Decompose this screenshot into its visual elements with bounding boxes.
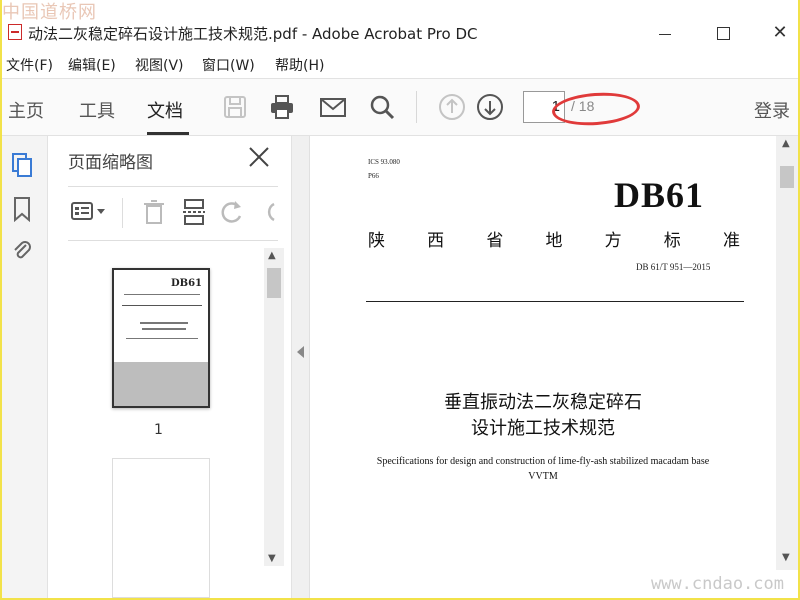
page-thumbnails-icon[interactable] bbox=[10, 152, 34, 178]
doc-header-rule bbox=[366, 301, 744, 302]
scrollbar-thumb[interactable] bbox=[267, 268, 281, 298]
thumbnail-options-icon[interactable] bbox=[70, 198, 110, 226]
menu-view[interactable]: 视图(V) bbox=[135, 55, 184, 75]
doc-province-char: 准 bbox=[722, 231, 740, 251]
thumb-text-line bbox=[140, 322, 188, 324]
doc-province-line: 陕 西 省 地 方 标 准 bbox=[368, 226, 740, 251]
watermark-logo-top: 中国道桥网 bbox=[2, 2, 97, 23]
watermark-url: www.cndao.com bbox=[650, 574, 784, 594]
tab-home[interactable]: 主页 bbox=[8, 97, 44, 123]
thumb-footer-band bbox=[114, 362, 208, 406]
print-icon[interactable] bbox=[268, 93, 296, 121]
save-icon[interactable] bbox=[221, 93, 249, 121]
thumbnail-toolbar bbox=[68, 196, 278, 230]
panel-divider bbox=[68, 186, 278, 187]
scroll-up-icon[interactable]: ▲ bbox=[782, 138, 790, 149]
scrollbar-thumb[interactable] bbox=[780, 166, 794, 188]
doc-english-title: Specifications for design and constructi… bbox=[376, 456, 710, 467]
search-icon[interactable] bbox=[368, 93, 396, 121]
doc-standard-label: DB61 bbox=[614, 175, 705, 215]
thumb-db-label: DB61 bbox=[170, 278, 202, 289]
doc-province-char: 陕 bbox=[368, 231, 385, 251]
menu-window[interactable]: 窗口(W) bbox=[202, 55, 255, 75]
login-button[interactable]: 登录 bbox=[754, 97, 790, 123]
collapse-arrow-icon[interactable] bbox=[297, 346, 304, 358]
menu-help[interactable]: 帮助(H) bbox=[275, 55, 324, 75]
doc-province-char: 省 bbox=[486, 231, 504, 251]
page-thumbnail[interactable]: DB61 bbox=[112, 268, 210, 408]
scroll-up-icon[interactable]: ▲ bbox=[268, 250, 276, 261]
thumbnail-list: DB61 1 bbox=[68, 248, 264, 598]
close-window-button[interactable]: ✕ bbox=[765, 20, 795, 46]
panel-collapse-handle[interactable] bbox=[292, 136, 310, 598]
menu-edit[interactable]: 编辑(E) bbox=[68, 55, 116, 75]
previous-page-icon[interactable] bbox=[438, 93, 466, 121]
pdf-file-icon bbox=[8, 24, 22, 40]
menu-file[interactable]: 文件(F) bbox=[6, 55, 53, 75]
doc-title-line2: 设计施工技术规范 bbox=[471, 418, 615, 439]
doc-title-line1: 垂直振动法二灰稳定碎石 bbox=[444, 392, 642, 413]
toolbar-separator bbox=[416, 91, 417, 123]
attachment-icon[interactable] bbox=[10, 238, 34, 264]
thumb-text-line bbox=[142, 328, 186, 330]
doc-ics-code: ICS 93.080 bbox=[368, 158, 400, 166]
minimize-button[interactable] bbox=[651, 20, 681, 46]
doc-province-char: 地 bbox=[545, 231, 563, 251]
tab-document[interactable]: 文档 bbox=[147, 97, 183, 123]
scroll-down-icon[interactable]: ▼ bbox=[268, 553, 276, 564]
thumbnail-panel: 页面缩略图 DB61 1 ▲ ▼ bbox=[48, 136, 292, 598]
thumb-text-line bbox=[126, 338, 198, 339]
doc-province-char: 西 bbox=[427, 231, 445, 251]
thumbnail-scrollbar[interactable]: ▲ ▼ bbox=[264, 248, 284, 566]
doc-standard-code: DB 61/T 951—2015 bbox=[636, 262, 711, 272]
left-rail bbox=[2, 136, 48, 598]
thumbnail-page-number: 1 bbox=[154, 422, 163, 438]
doc-province-char: 方 bbox=[604, 231, 622, 251]
close-panel-icon[interactable] bbox=[246, 144, 272, 170]
tools-separator bbox=[122, 198, 123, 228]
title-bar: 动法二灰稳定碎石设计施工技术规范.pdf - Adobe Acrobat Pro… bbox=[2, 18, 798, 48]
doc-classification: P66 bbox=[368, 172, 379, 180]
doc-english-title-cont: VVTM bbox=[528, 471, 558, 482]
doc-province-char: 标 bbox=[663, 231, 681, 251]
thumb-rule bbox=[122, 305, 202, 306]
window-title: 动法二灰稳定碎石设计施工技术规范.pdf - Adobe Acrobat Pro… bbox=[28, 25, 478, 43]
page-thumbnail[interactable] bbox=[112, 458, 210, 598]
next-page-icon[interactable] bbox=[476, 93, 504, 121]
email-icon[interactable] bbox=[319, 93, 347, 121]
delete-page-icon[interactable] bbox=[140, 198, 168, 226]
thumb-text-line bbox=[124, 294, 200, 295]
scroll-down-icon[interactable]: ▼ bbox=[782, 552, 790, 563]
app-window: 动法二灰稳定碎石设计施工技术规范.pdf - Adobe Acrobat Pro… bbox=[2, 0, 798, 598]
panel-divider bbox=[68, 240, 278, 241]
main-toolbar: 主页 工具 文档 1 / 18 登录 bbox=[2, 78, 798, 136]
insert-page-icon[interactable] bbox=[180, 198, 208, 226]
rotate-page-icon[interactable] bbox=[218, 198, 246, 226]
document-scrollbar[interactable]: ▲ ▼ bbox=[776, 136, 798, 570]
tab-tools[interactable]: 工具 bbox=[79, 97, 115, 123]
bookmark-icon[interactable] bbox=[10, 196, 34, 222]
active-tab-indicator bbox=[147, 132, 189, 135]
document-viewport: ICS 93.080 P66 DB61 陕 西 省 地 方 标 准 DB 61/… bbox=[310, 136, 776, 570]
panel-title: 页面缩略图 bbox=[68, 153, 153, 173]
maximize-button[interactable] bbox=[708, 20, 738, 46]
rotate-clockwise-icon[interactable] bbox=[258, 198, 278, 226]
menu-bar: 文件(F) 编辑(E) 视图(V) 窗口(W) 帮助(H) bbox=[2, 52, 798, 76]
